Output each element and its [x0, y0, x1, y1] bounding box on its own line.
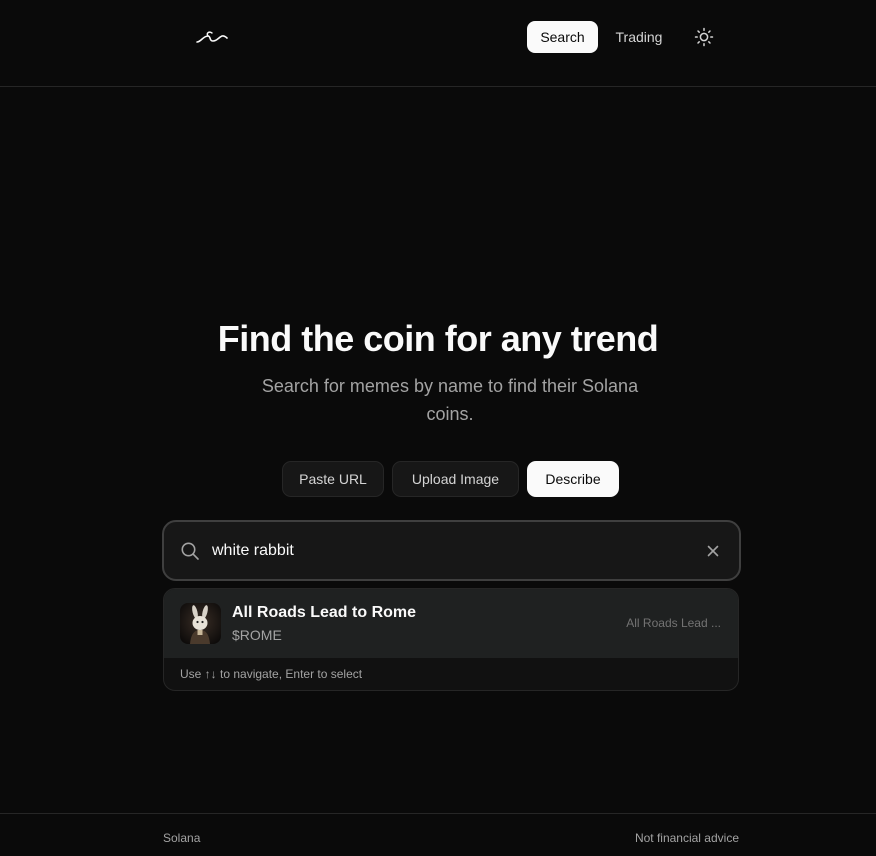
coin-avatar — [180, 603, 221, 644]
search-box — [162, 520, 741, 581]
page: Search Trading Find the coin for any tre… — [0, 0, 876, 856]
hero-title: Find the coin for any trend — [217, 318, 659, 359]
coin-name: All Roads Lead to Rome — [232, 604, 417, 621]
close-icon[interactable] — [704, 542, 722, 560]
coin-ticker: $ROME — [232, 627, 282, 643]
paste-url-tab[interactable]: Paste URL — [282, 461, 384, 497]
result-item[interactable]: All Roads Lead to Rome $ROME All Roads L… — [164, 589, 738, 658]
search-input[interactable] — [212, 536, 692, 566]
footer: Solana Not financial advice — [0, 813, 876, 856]
top-header: Search Trading — [0, 0, 876, 87]
hero-subtitle: Search for memes by name to find their S… — [261, 376, 639, 424]
describe-tab[interactable]: Describe — [527, 461, 619, 497]
upload-image-tab[interactable]: Upload Image — [392, 461, 519, 497]
theme-toggle-button[interactable] — [690, 23, 718, 51]
search-icon — [181, 542, 199, 560]
coin-description: All Roads Lead ... — [626, 616, 721, 630]
wave-logo-icon[interactable] — [195, 28, 229, 46]
search-results-dropdown: All Roads Lead to Rome $ROME All Roads L… — [163, 588, 739, 691]
footer-chain-label: Solana — [163, 831, 201, 845]
footer-disclaimer: Not financial advice — [634, 831, 739, 845]
nav-trading-button[interactable]: Trading — [606, 21, 672, 53]
nav-search-button[interactable]: Search — [527, 21, 598, 53]
sun-icon — [694, 27, 714, 47]
keyboard-hint: Use ↑↓ to navigate, Enter to select — [180, 667, 363, 681]
